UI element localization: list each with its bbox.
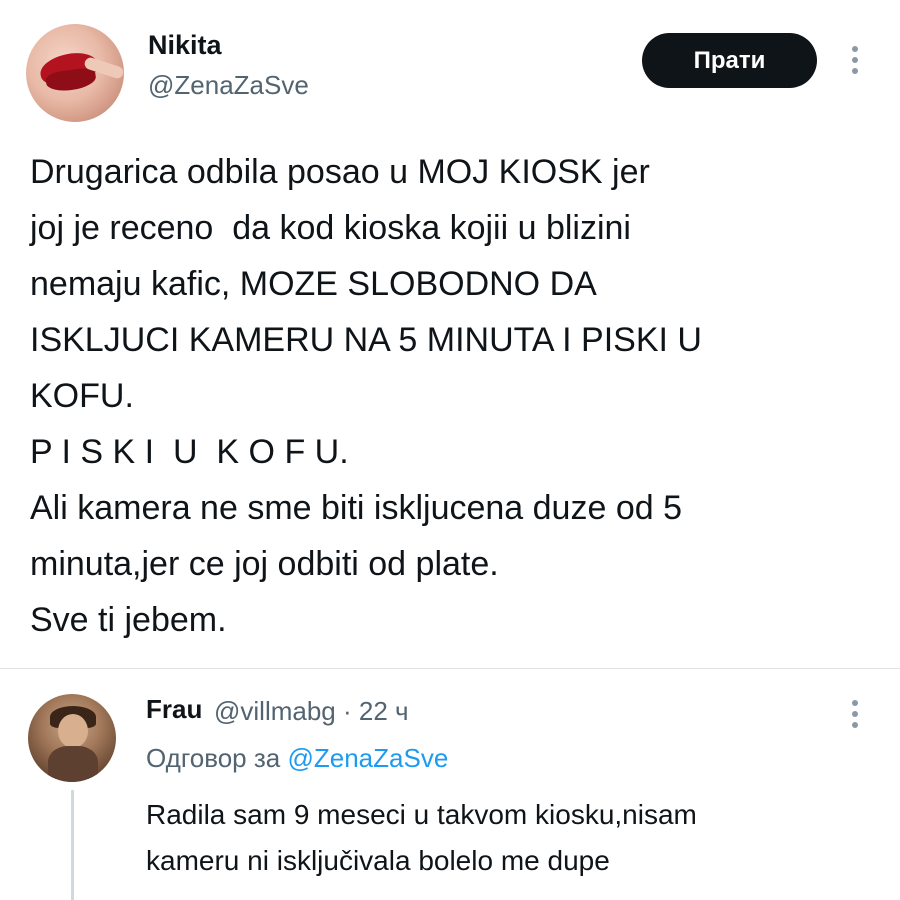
thread-line — [71, 790, 74, 900]
replying-to-prefix: Одговор за — [146, 743, 281, 773]
avatar-face — [58, 714, 88, 748]
author-avatar[interactable] — [26, 24, 124, 122]
follow-button[interactable]: Прати — [642, 33, 817, 88]
replying-to: Одговор за @ZenaZaSve — [146, 743, 448, 774]
replying-to-mention-link[interactable]: @ZenaZaSve — [287, 743, 448, 773]
more-vertical-icon[interactable] — [850, 46, 860, 78]
author-handle[interactable]: @ZenaZaSve — [148, 70, 309, 101]
tweet-text: Drugarica odbila posao u MOJ KIOSK jer j… — [30, 153, 702, 639]
divider — [0, 668, 900, 669]
reply-meta[interactable]: @villmabg · 22 ч — [214, 696, 409, 727]
avatar-body — [48, 746, 98, 782]
reply-author-name[interactable]: Frau — [146, 694, 202, 725]
reply-text: Radila sam 9 meseci u takvom kiosku,nisa… — [146, 799, 697, 876]
reply-more-vertical-icon[interactable] — [850, 700, 860, 732]
reply-author-avatar[interactable] — [28, 694, 116, 782]
author-name[interactable]: Nikita — [148, 30, 222, 61]
tweet-header: Nikita @ZenaZaSve Прати — [0, 0, 900, 130]
